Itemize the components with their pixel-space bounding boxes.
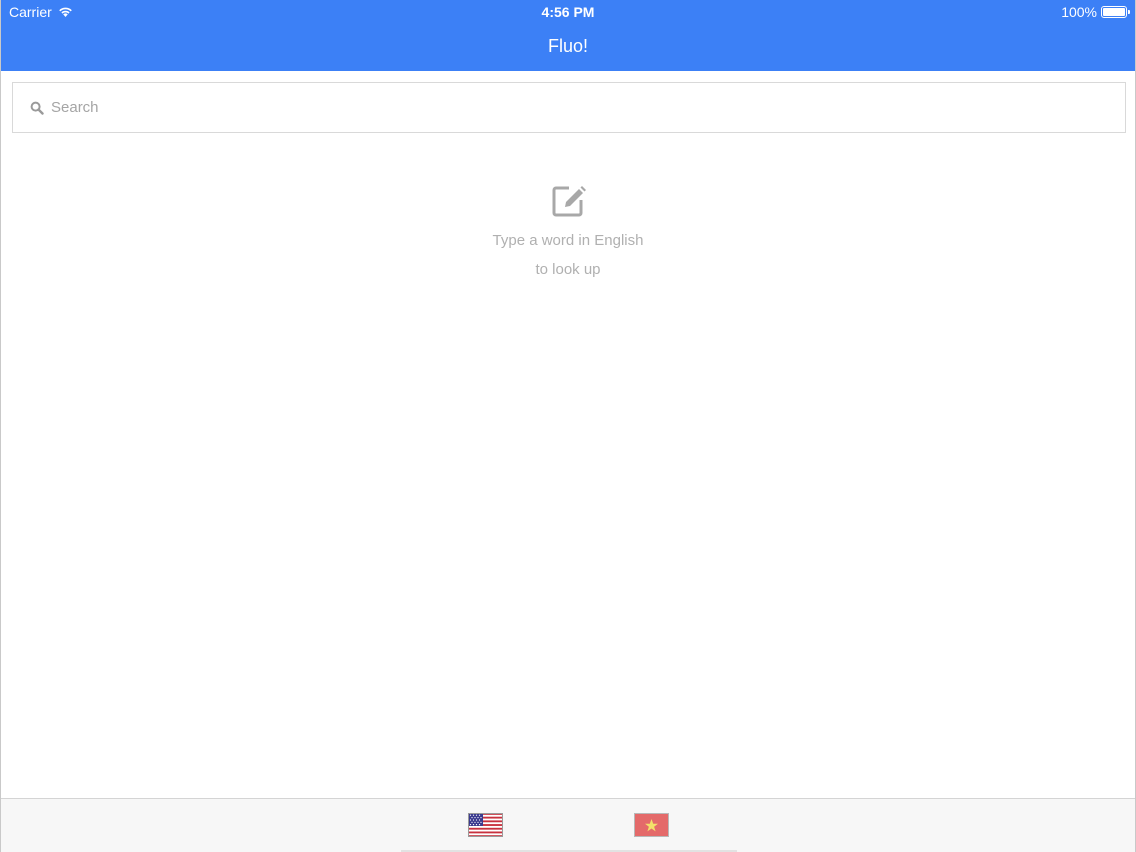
empty-state-line1: Type a word in English bbox=[492, 232, 644, 249]
empty-state-line2: to look up bbox=[535, 261, 601, 278]
search-icon bbox=[30, 101, 44, 115]
app-window: Carrier 4:56 PM 100% Fluo! Search Type a… bbox=[0, 0, 1136, 852]
tab-bar bbox=[1, 798, 1135, 852]
tab-english[interactable] bbox=[468, 813, 503, 837]
battery-fill bbox=[1103, 8, 1125, 16]
status-time: 4:56 PM bbox=[541, 4, 595, 20]
battery-icon bbox=[1101, 6, 1130, 18]
empty-state: Type a word in English to look up bbox=[1, 183, 1135, 280]
vietnam-flag-icon bbox=[634, 813, 669, 837]
tab-vietnamese[interactable] bbox=[634, 813, 669, 837]
edit-icon bbox=[552, 186, 586, 217]
battery-group: 100% bbox=[1061, 4, 1130, 20]
us-flag-icon bbox=[468, 813, 503, 837]
battery-percent: 100% bbox=[1061, 4, 1097, 20]
status-bar: Carrier 4:56 PM 100% bbox=[1, 0, 1135, 24]
nav-title: Fluo! bbox=[547, 36, 589, 56]
top-bar: Carrier 4:56 PM 100% Fluo! bbox=[1, 0, 1135, 71]
search-bar[interactable] bbox=[12, 82, 1126, 133]
search-input[interactable] bbox=[51, 92, 1051, 123]
